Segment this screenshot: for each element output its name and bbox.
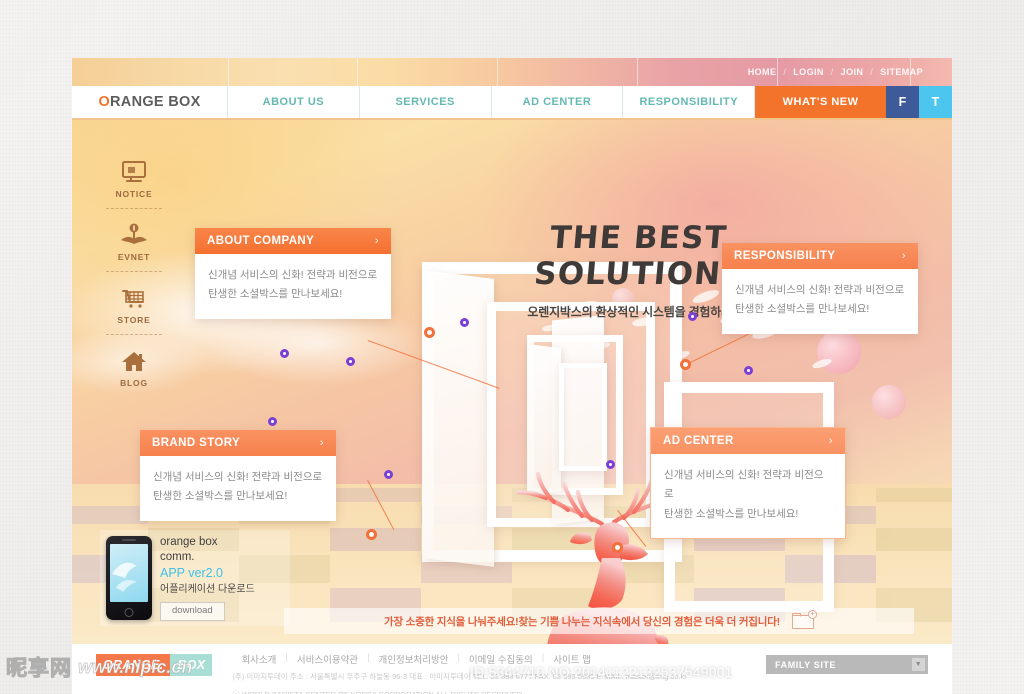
strip-divider — [228, 58, 229, 86]
hotspot-dot-violet[interactable] — [460, 318, 469, 327]
hotspot-dot-violet[interactable] — [606, 460, 615, 469]
phone-home-button — [124, 608, 134, 617]
promo-line-2: comm. — [160, 551, 195, 564]
ribbon-text: 가장 소중한 지식을 나눠주세요!찾는 기쁨 나누는 지식속에서 당신의 경험은… — [384, 615, 780, 628]
app-promo: orange box comm. APP ver2.0 어플리케이션 다운로드 … — [100, 530, 290, 626]
quick-menu: NOTICE EVNET STORE BLOG — [102, 148, 166, 395]
hotspot-dot-brand[interactable] — [366, 529, 377, 540]
card-body: 신개념 서비스의 신화! 전략과 비전으로 탄생한 소셜박스를 만나보세요! — [735, 284, 905, 316]
hotspot-dot-violet[interactable] — [280, 349, 289, 358]
card-header[interactable]: ABOUT COMPANY › — [195, 228, 391, 254]
quick-item-notice[interactable]: NOTICE — [102, 148, 166, 206]
quick-item-blog[interactable]: BLOG — [102, 337, 166, 395]
quick-divider — [106, 334, 162, 335]
quick-divider — [106, 208, 162, 209]
family-site-select[interactable]: FAMILY SITE ▼ — [766, 655, 928, 674]
nipic-watermark-cjk: 昵享网 — [6, 657, 72, 681]
hero-banner: THE BEST SOLUTION! 오렌지박스의 환상적인 시스템을 경험하세… — [72, 120, 952, 644]
quick-divider — [106, 271, 162, 272]
hotspot-dot-responsibility[interactable] — [680, 359, 691, 370]
card-brand-story[interactable]: BRAND STORY › 신개념 서비스의 신화! 전략과 비전으로 탄생한 … — [140, 430, 336, 521]
facebook-button[interactable]: F — [885, 86, 919, 118]
footer-link-privacy[interactable]: 개인정보처리방안 — [370, 652, 458, 666]
card-ad-center[interactable]: AD CENTER › 신개념 서비스의 신화! 전략과 비전으로 탄생한 소셜… — [650, 427, 846, 540]
chevron-right-icon: › — [374, 235, 379, 247]
nav-item-about-us[interactable]: ABOUT US — [228, 86, 360, 118]
utility-link-home[interactable]: HOME — [741, 67, 784, 77]
twitter-button[interactable]: T — [918, 86, 952, 118]
card-title: BRAND STORY — [152, 437, 241, 449]
folder-plus: + — [807, 610, 817, 619]
info-ribbon: 가장 소중한 지식을 나눠주세요!찾는 기쁨 나누는 지식속에서 당신의 경험은… — [284, 608, 914, 634]
card-responsibility[interactable]: RESPONSIBILITY › 신개념 서비스의 신화! 전략과 비전으로 탄… — [722, 243, 918, 334]
main-navigation: O RANGE BOX ABOUT US SERVICES AD CENTER R… — [72, 86, 952, 120]
card-body: 신개념 서비스의 신화! 전략과 비전으로 탄생한 소셜박스를 만나보세요! — [153, 471, 323, 503]
footer-link-terms[interactable]: 서비스이용약관 — [288, 652, 367, 666]
phone-speaker — [122, 539, 136, 541]
utility-link-join[interactable]: JOIN — [834, 67, 871, 77]
family-site-label: FAMILY SITE — [775, 659, 837, 670]
nav-item-services[interactable]: SERVICES — [360, 86, 492, 118]
promo-line-1: orange box — [160, 536, 218, 549]
card-title: ABOUT COMPANY — [207, 235, 315, 247]
card-header[interactable]: RESPONSIBILITY › — [722, 243, 918, 269]
hotspot-dot-violet[interactable] — [744, 366, 753, 375]
book-icon — [102, 217, 166, 247]
card-header[interactable]: BRAND STORY › — [140, 430, 336, 456]
chevron-right-icon: › — [319, 437, 324, 449]
quick-item-label: BLOG — [120, 378, 148, 388]
utility-nav: HOME / LOGIN / JOIN / SITEMAP — [741, 58, 930, 86]
monitor-icon — [102, 154, 166, 184]
logo-initial: O — [98, 94, 111, 110]
site-logo[interactable]: O RANGE BOX — [72, 86, 228, 118]
quick-item-store[interactable]: STORE — [102, 274, 166, 332]
card-body: 신개념 서비스의 신화! 전략과 비전으로 탄생한 소셜박스를 만나보세요! — [664, 469, 824, 520]
hotspot-dot-adcenter[interactable] — [612, 542, 623, 553]
phone-mockup — [106, 536, 152, 620]
card-header[interactable]: AD CENTER › — [651, 428, 845, 454]
top-gradient-strip: HOME / LOGIN / JOIN / SITEMAP — [72, 58, 952, 86]
hotspot-dot-violet[interactable] — [346, 357, 355, 366]
house-icon — [102, 343, 166, 373]
strip-divider — [357, 58, 358, 86]
website-frame: HOME / LOGIN / JOIN / SITEMAP O RANGE BOX… — [72, 58, 952, 694]
quick-item-label: NOTICE — [115, 189, 153, 199]
nav-item-responsibility[interactable]: RESPONSIBILITY — [623, 86, 756, 118]
card-about-company[interactable]: ABOUT COMPANY › 신개념 서비스의 신화! 전략과 비전으로 탄생… — [195, 228, 391, 319]
nipic-watermark: 昵享网 www.nipic.cn — [6, 652, 193, 682]
quick-item-label: STORE — [117, 315, 151, 325]
card-title: AD CENTER — [663, 435, 734, 447]
hotspot-dot-about[interactable] — [424, 327, 435, 338]
phone-screen — [110, 544, 148, 602]
chevron-right-icon: › — [901, 250, 906, 262]
footer-link-company[interactable]: 회사소개 — [232, 652, 285, 666]
logo-text: RANGE BOX — [110, 94, 201, 110]
hotspot-dot-violet[interactable] — [688, 312, 697, 321]
hotspot-dot-violet[interactable] — [268, 417, 277, 426]
nav-item-ad-center[interactable]: AD CENTER — [492, 86, 624, 118]
utility-link-login[interactable]: LOGIN — [786, 67, 831, 77]
strip-divider — [637, 58, 638, 86]
id-watermark: ID:5344710 NO:20141122132537549001 — [470, 664, 733, 680]
promo-korean: 어플리케이션 다운로드 — [160, 583, 255, 595]
footer-copyright: ⓒ WORLD BARISTA CENTER OF KOREA CORPORAT… — [232, 689, 686, 694]
promo-text: orange box comm. APP ver2.0 어플리케이션 다운로드 … — [160, 535, 255, 621]
chevron-down-icon[interactable]: ▼ — [912, 658, 925, 671]
folder-add-icon[interactable]: + — [791, 610, 817, 629]
card-title: RESPONSIBILITY — [734, 250, 836, 262]
nav-item-whats-new[interactable]: WHAT'S NEW — [755, 86, 886, 118]
strip-divider — [497, 58, 498, 86]
hotspot-dot-violet[interactable] — [384, 470, 393, 479]
download-button[interactable]: download — [160, 601, 225, 621]
nipic-watermark-url: www.nipic.cn — [78, 656, 193, 677]
quick-item-evnet[interactable]: EVNET — [102, 211, 166, 269]
card-body: 신개념 서비스의 신화! 전략과 비전으로 탄생한 소셜박스를 만나보세요! — [208, 269, 378, 301]
utility-link-sitemap[interactable]: SITEMAP — [873, 67, 930, 77]
chevron-right-icon: › — [828, 435, 833, 447]
promo-version: APP ver2.0 — [160, 565, 224, 580]
quick-item-label: EVNET — [117, 252, 151, 262]
cart-icon — [102, 280, 166, 310]
